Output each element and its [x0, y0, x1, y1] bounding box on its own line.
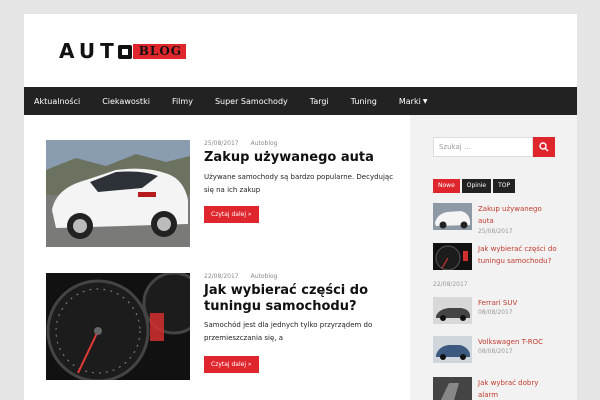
- post-author[interactable]: Autoblog: [251, 273, 278, 280]
- nav-item-aktualnosci[interactable]: Aktualności: [34, 97, 80, 106]
- nav-item-targi[interactable]: Targi: [310, 97, 329, 106]
- nav-item-ciekawostki[interactable]: Ciekawostki: [102, 97, 150, 106]
- sidebar-thumbnail-alarm[interactable]: [433, 377, 472, 400]
- post-excerpt: Używane samochody są bardzo popularne. D…: [204, 173, 394, 194]
- tab-opinie[interactable]: Opinie: [461, 179, 492, 193]
- post-thumbnail-car[interactable]: [46, 140, 190, 247]
- site-header: AUT BLOG: [24, 14, 577, 87]
- post-date[interactable]: 22/08/2017: [204, 273, 239, 280]
- sidebar-post-title[interactable]: Jak wybrać dobry alarm: [478, 377, 558, 400]
- tab-top[interactable]: TOP: [493, 179, 516, 193]
- sidebar-post-date: 08/08/2017: [478, 348, 513, 355]
- sidebar-post-title[interactable]: Volkswagen T-ROC: [478, 336, 558, 348]
- car-photo-image: [46, 140, 190, 247]
- post-title[interactable]: Zakup używanego auta: [204, 150, 404, 166]
- nav-item-super-samochody[interactable]: Super Samochody: [215, 97, 288, 106]
- search-button[interactable]: [533, 137, 555, 157]
- sidebar-thumbnail-volkswagen[interactable]: [433, 336, 472, 363]
- sidebar-thumbnail-car[interactable]: [433, 203, 472, 230]
- sidebar-post-title[interactable]: Zakup używanego auta: [478, 203, 558, 227]
- sidebar-thumbnail-speedometer[interactable]: [433, 243, 472, 270]
- car-thumbnail-image: [433, 203, 472, 230]
- sidebar-post-title[interactable]: Ferrari SUV: [478, 297, 558, 309]
- nav-item-tuning[interactable]: Tuning: [351, 97, 377, 106]
- main-nav: Aktualności Ciekawostki Filmy Super Samo…: [24, 87, 577, 115]
- sidebar-tabs: Nowe Opinie TOP: [433, 179, 517, 193]
- sidebar: Szukaj ... Nowe Opinie TOP Zakup używane…: [410, 115, 577, 400]
- nav-item-marki-label: Marki: [398, 96, 421, 106]
- post-title[interactable]: Jak wybierać części do tuningu samochodu…: [204, 283, 404, 315]
- speedometer-photo-image: [46, 273, 190, 380]
- sidebar-thumbnail-ferrari[interactable]: [433, 297, 472, 324]
- nav-item-marki[interactable]: Marki ▼: [399, 97, 428, 106]
- search-icon: [539, 142, 549, 152]
- read-more-button[interactable]: Czytaj dalej »: [204, 356, 259, 373]
- volkswagen-thumbnail-image: [433, 336, 472, 363]
- nav-item-filmy[interactable]: Filmy: [172, 97, 193, 106]
- sidebar-post-date: 25/08/2017: [478, 228, 513, 235]
- post-date[interactable]: 25/08/2017: [204, 140, 239, 147]
- site-logo[interactable]: AUT BLOG: [59, 41, 187, 61]
- alarm-thumbnail-image: [433, 377, 472, 400]
- read-more-button[interactable]: Czytaj dalej »: [204, 206, 259, 223]
- speedometer-thumbnail-image: [433, 243, 472, 270]
- ferrari-thumbnail-image: [433, 297, 472, 324]
- post-card: 25/08/2017 Autoblog Zakup używanego auta …: [46, 140, 406, 250]
- sidebar-post-date: 08/08/2017: [478, 309, 513, 316]
- tab-nowe[interactable]: Nowe: [433, 179, 460, 193]
- post-author[interactable]: Autoblog: [251, 140, 278, 147]
- post-excerpt: Samochód jest dla jednych tylko przyrząd…: [204, 321, 373, 342]
- post-card: 22/08/2017 Autoblog Jak wybierać części d…: [46, 273, 406, 383]
- post-meta: 25/08/2017 Autoblog: [204, 140, 277, 147]
- post-thumbnail-speedometer[interactable]: [46, 273, 190, 380]
- sidebar-post-date: 22/08/2017: [433, 281, 468, 288]
- page-container: AUT BLOG Aktualności Ciekawostki Filmy Su…: [24, 14, 577, 400]
- search-input[interactable]: Szukaj ...: [433, 137, 533, 157]
- chevron-down-icon: ▼: [422, 97, 428, 105]
- sidebar-post-title[interactable]: Jak wybierać części do tuningu samochodu…: [478, 243, 558, 267]
- post-meta: 22/08/2017 Autoblog: [204, 273, 277, 280]
